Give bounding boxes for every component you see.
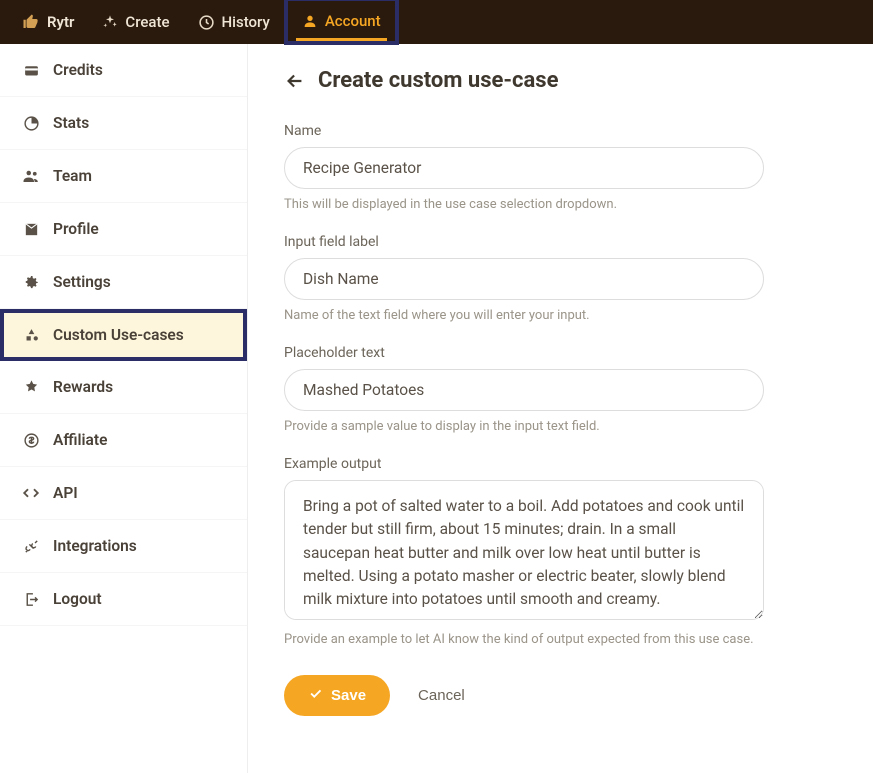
nav-history[interactable]: History bbox=[184, 0, 284, 44]
nav-label: Account bbox=[325, 12, 381, 30]
cancel-button-label: Cancel bbox=[418, 687, 465, 704]
save-button[interactable]: Save bbox=[284, 675, 390, 716]
field-placeholder: Placeholder text Provide a sample value … bbox=[284, 345, 837, 434]
dollar-icon bbox=[22, 432, 40, 449]
nav-label: History bbox=[222, 13, 270, 31]
sidebar-item-label: Custom Use-cases bbox=[53, 326, 184, 344]
sidebar-item-profile[interactable]: Profile bbox=[0, 203, 247, 256]
sidebar-item-label: Settings bbox=[53, 273, 111, 291]
check-icon bbox=[308, 686, 323, 705]
field-hint: Provide a sample value to display in the… bbox=[284, 419, 837, 434]
sparkle-icon bbox=[102, 14, 118, 30]
input-label-input[interactable] bbox=[284, 258, 764, 300]
form-actions: Save Cancel bbox=[284, 675, 837, 716]
sidebar-item-settings[interactable]: Settings bbox=[0, 256, 247, 309]
name-input[interactable] bbox=[284, 147, 764, 189]
field-example-output: Example output Provide an example to let… bbox=[284, 456, 837, 647]
main-content: Create custom use-case Name This will be… bbox=[248, 44, 873, 773]
logout-icon bbox=[22, 591, 40, 608]
sidebar-item-label: Rewards bbox=[53, 378, 113, 396]
sidebar-item-label: Credits bbox=[53, 61, 103, 79]
field-input-label: Input field label Name of the text field… bbox=[284, 234, 837, 323]
sidebar-item-credits[interactable]: Credits bbox=[0, 44, 247, 97]
placeholder-input[interactable] bbox=[284, 369, 764, 411]
field-label: Name bbox=[284, 123, 837, 139]
nav-account[interactable]: Account bbox=[284, 0, 399, 45]
stats-icon bbox=[22, 115, 40, 132]
sidebar: Credits Stats Team Profile Settings Cust… bbox=[0, 44, 248, 773]
sidebar-item-label: Profile bbox=[53, 220, 99, 238]
nav-create[interactable]: Create bbox=[88, 0, 183, 44]
profile-icon bbox=[22, 221, 40, 238]
cancel-button[interactable]: Cancel bbox=[418, 687, 465, 704]
sidebar-item-label: API bbox=[53, 484, 78, 502]
brand-label: Rytr bbox=[47, 13, 74, 31]
topbar: Rytr Create History Account bbox=[0, 0, 873, 44]
code-icon bbox=[22, 484, 40, 502]
field-label: Example output bbox=[284, 456, 837, 472]
example-output-textarea[interactable] bbox=[284, 480, 764, 620]
shapes-icon bbox=[22, 327, 40, 344]
field-hint: This will be displayed in the use case s… bbox=[284, 197, 837, 212]
brand[interactable]: Rytr bbox=[8, 0, 88, 44]
sidebar-item-stats[interactable]: Stats bbox=[0, 97, 247, 150]
field-hint: Name of the text field where you will en… bbox=[284, 308, 837, 323]
sidebar-item-team[interactable]: Team bbox=[0, 150, 247, 203]
sidebar-item-integrations[interactable]: Integrations bbox=[0, 520, 247, 573]
gear-icon bbox=[22, 273, 40, 291]
back-button[interactable] bbox=[284, 70, 306, 92]
credits-icon bbox=[22, 62, 40, 79]
sidebar-item-label: Logout bbox=[53, 590, 102, 608]
field-label: Input field label bbox=[284, 234, 837, 250]
save-button-label: Save bbox=[331, 687, 366, 704]
field-label: Placeholder text bbox=[284, 345, 837, 361]
field-name: Name This will be displayed in the use c… bbox=[284, 123, 837, 212]
nav-label: Create bbox=[125, 13, 169, 31]
sidebar-item-label: Team bbox=[53, 167, 92, 185]
sidebar-item-label: Affiliate bbox=[53, 431, 107, 449]
team-icon bbox=[22, 167, 40, 185]
sidebar-item-api[interactable]: API bbox=[0, 467, 247, 520]
history-icon bbox=[198, 14, 215, 31]
page-title: Create custom use-case bbox=[318, 68, 558, 93]
sidebar-item-rewards[interactable]: Rewards bbox=[0, 361, 247, 414]
rewards-icon bbox=[22, 379, 40, 396]
sidebar-item-label: Stats bbox=[53, 114, 89, 132]
page-header: Create custom use-case bbox=[284, 68, 837, 93]
integrations-icon bbox=[22, 538, 40, 555]
sidebar-item-label: Integrations bbox=[53, 537, 137, 555]
person-icon bbox=[302, 13, 318, 29]
thumbs-up-icon bbox=[22, 13, 40, 31]
field-hint: Provide an example to let AI know the ki… bbox=[284, 632, 837, 647]
sidebar-item-logout[interactable]: Logout bbox=[0, 573, 247, 626]
sidebar-item-custom-use-cases[interactable]: Custom Use-cases bbox=[0, 309, 247, 361]
sidebar-item-affiliate[interactable]: Affiliate bbox=[0, 414, 247, 467]
